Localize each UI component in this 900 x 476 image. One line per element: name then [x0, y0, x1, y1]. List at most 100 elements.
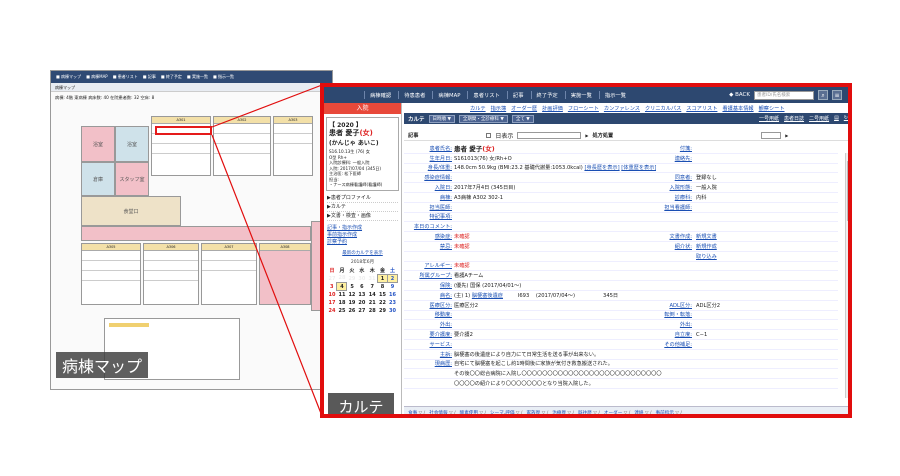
- nav-item-patient-list[interactable]: 患者リスト: [467, 91, 505, 99]
- filter-dropdown[interactable]: 全て ▼: [511, 114, 534, 123]
- ward-nav-item[interactable]: ■ 病棟MAP: [86, 74, 108, 80]
- summary-field-label[interactable]: 本日のコメント:: [404, 223, 454, 230]
- nav-item-ward-map[interactable]: 病棟MAP: [432, 91, 465, 99]
- cal-day[interactable]: 26: [347, 307, 357, 315]
- summary-field-label-right[interactable]: 転倒・転落:: [634, 311, 692, 318]
- nav-item-records[interactable]: 記事: [506, 91, 529, 99]
- cal-day[interactable]: 3: [327, 283, 337, 291]
- value-link[interactable]: 脳梗塞後遺症: [472, 293, 503, 299]
- cal-day[interactable]: 13: [357, 291, 367, 299]
- bed-slot[interactable]: [82, 271, 140, 281]
- cal-day[interactable]: 28: [337, 275, 347, 283]
- summary-field-label-right[interactable]: ADL区分:: [634, 302, 692, 309]
- summary-field-label[interactable]: 患者氏名:: [404, 145, 454, 152]
- sort-dropdown[interactable]: 日時順 ▼: [428, 114, 455, 123]
- cal-day[interactable]: 31: [367, 275, 378, 283]
- record-select[interactable]: [517, 131, 582, 139]
- ward-nav-item[interactable]: ■ 実施一覧: [187, 74, 208, 80]
- bed-slot[interactable]: [214, 134, 270, 144]
- cal-day[interactable]: 27: [357, 307, 367, 315]
- bottom-section-link[interactable]: 酸素使用: [460, 410, 486, 415]
- cal-day[interactable]: 27: [327, 275, 337, 283]
- cal-day[interactable]: 18: [337, 299, 347, 307]
- link-create-record[interactable]: 記事・指示作成: [327, 225, 398, 232]
- cal-day[interactable]: 8: [378, 283, 388, 291]
- room-card[interactable]: A307: [201, 243, 257, 305]
- cal-day[interactable]: 30: [388, 307, 398, 315]
- summary-field-label[interactable]: 移動度:: [404, 311, 454, 318]
- bed-slot[interactable]: [214, 144, 270, 154]
- summary-field-label-right[interactable]: 紹介状:: [634, 243, 692, 250]
- summary-field-value-right[interactable]: 取り込み: [696, 253, 717, 260]
- cal-day[interactable]: 19: [347, 299, 357, 307]
- bottom-section-link[interactable]: 連絡: [634, 410, 651, 415]
- summary-field-label[interactable]: 病棟:: [404, 194, 454, 201]
- summary-field-label[interactable]: 感染症情報:: [404, 174, 454, 181]
- bed-slot[interactable]: [274, 124, 312, 134]
- ward-nav-item[interactable]: ■ 記事: [143, 74, 156, 80]
- summary-field-label[interactable]: 医療区分:: [404, 302, 454, 309]
- cal-day[interactable]: 16: [388, 291, 398, 299]
- vertical-scrollbar[interactable]: [845, 153, 848, 398]
- bed-slot[interactable]: [82, 261, 140, 271]
- summary-field-label[interactable]: 保険:: [404, 282, 454, 289]
- cal-day[interactable]: 25: [337, 307, 347, 315]
- back-button[interactable]: ◆ BACK: [729, 92, 750, 98]
- cal-day[interactable]: 17: [327, 299, 337, 307]
- tab-observation[interactable]: 観察シート: [759, 105, 785, 112]
- summary-field-label-right[interactable]: 診療科:: [634, 194, 692, 201]
- room-card[interactable]: A308: [259, 243, 311, 305]
- bottom-section-link[interactable]: シーマ,評価: [490, 410, 522, 415]
- bed-slot[interactable]: [202, 251, 256, 261]
- cal-day[interactable]: 20: [357, 299, 367, 307]
- value-link[interactable]: [体重歴を表示]: [621, 165, 656, 171]
- cal-day[interactable]: 24: [327, 307, 337, 315]
- sidebar-item-karte[interactable]: ▶カルテ: [327, 203, 398, 212]
- cal-day[interactable]: 1: [377, 274, 389, 283]
- tab-score-list[interactable]: スコアリスト: [686, 105, 717, 112]
- link-reservation[interactable]: 診察予約: [327, 239, 398, 246]
- bottom-section-link[interactable]: 事前指示: [656, 410, 682, 415]
- sidebar-item-documents[interactable]: ▶文書・検査・画像: [327, 212, 398, 221]
- cal-day[interactable]: 23: [388, 299, 398, 307]
- arrow-right-icon[interactable]: ▶: [585, 133, 588, 138]
- arrow-right-icon[interactable]: ▶: [785, 133, 788, 138]
- bed-slot[interactable]: [152, 134, 210, 144]
- summary-field-label-right[interactable]: 入院形態:: [634, 184, 693, 191]
- summary-field-label-right[interactable]: 自立度:: [634, 331, 692, 338]
- cal-day[interactable]: 7: [367, 283, 378, 291]
- room-card[interactable]: A306: [143, 243, 199, 305]
- bottom-section-link[interactable]: 治療歴: [552, 410, 574, 415]
- cal-day[interactable]: 15: [378, 291, 388, 299]
- nav-item-waiting[interactable]: 待患患者: [398, 91, 430, 99]
- ward-nav-item[interactable]: ■ 病棟マップ: [56, 74, 81, 80]
- refresh-icon[interactable]: ↻: [844, 115, 848, 122]
- summary-field-label[interactable]: 入院日:: [404, 184, 454, 191]
- bed-slot[interactable]: [214, 124, 270, 134]
- tab-nursing-basic[interactable]: 看護基本情報: [722, 105, 753, 112]
- room-card[interactable]: A303: [273, 116, 313, 176]
- tab-order-history[interactable]: オーダー歴: [511, 105, 537, 112]
- menu-icon[interactable]: ≡: [832, 90, 842, 100]
- day-view-checkbox[interactable]: [486, 132, 492, 138]
- summary-field-label[interactable]: 外出:: [404, 321, 454, 328]
- summary-field-label-right[interactable]: 同意者:: [634, 174, 692, 181]
- ward-nav-item[interactable]: ■ 指示一覧: [213, 74, 234, 80]
- bed-slot[interactable]: [274, 134, 312, 144]
- summary-field-label-right[interactable]: 外出:: [634, 321, 692, 328]
- cal-day[interactable]: 30: [357, 275, 367, 283]
- bottom-section-link[interactable]: 食事: [408, 410, 425, 415]
- summary-field-label[interactable]: 現病歴:: [404, 360, 454, 367]
- bed-slot[interactable]: [82, 251, 140, 261]
- cal-day[interactable]: 6: [357, 283, 367, 291]
- link-sheet-2[interactable]: 二号用紙: [809, 115, 829, 122]
- value-link[interactable]: [身長歴を表示]: [584, 165, 619, 171]
- summary-field-label[interactable]: アレルギー:: [404, 262, 454, 269]
- cal-day[interactable]: 21: [367, 299, 378, 307]
- ward-nav-item[interactable]: ■ 終了予定: [161, 74, 182, 80]
- summary-field-label[interactable]: 担当医師:: [404, 204, 454, 211]
- nav-item-ward-check[interactable]: 病棟確認: [364, 91, 396, 99]
- cal-day[interactable]: 14: [367, 291, 378, 299]
- bed-slot[interactable]: [144, 271, 198, 281]
- link-sheet-1[interactable]: 一号用紙: [759, 115, 779, 122]
